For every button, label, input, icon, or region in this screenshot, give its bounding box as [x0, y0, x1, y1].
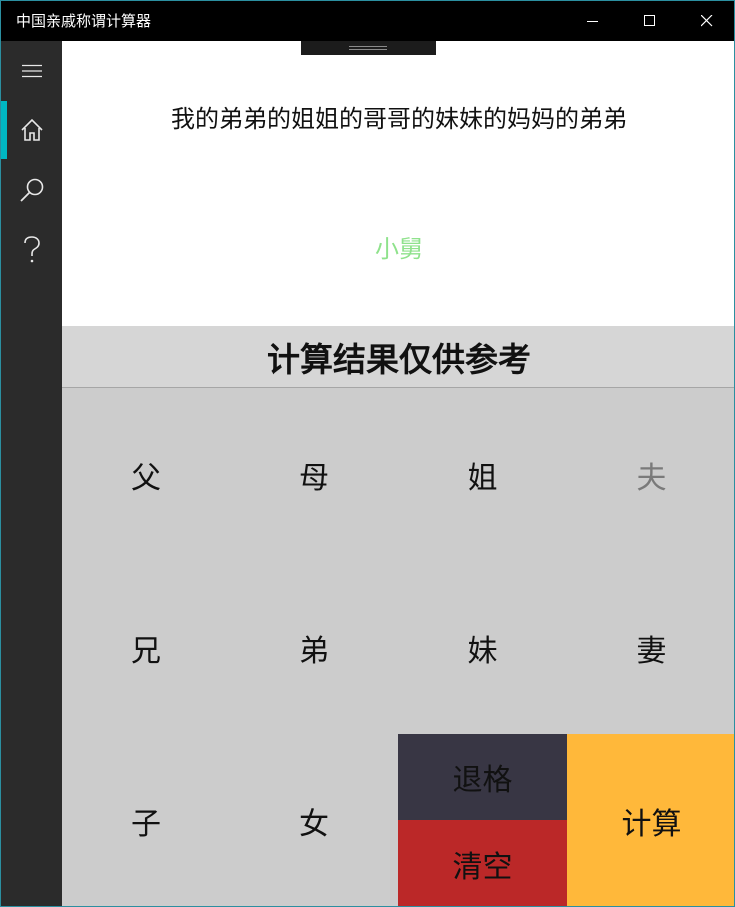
- title-bar: 中国亲戚称谓计算器: [1, 1, 734, 41]
- key-father[interactable]: 父: [62, 388, 230, 561]
- main-panel: 我的弟弟的姐姐的哥哥的妹妹的妈妈的弟弟 小舅 计算结果仅供参考 父 母 姐 夫 …: [62, 41, 734, 906]
- key-younger-brother[interactable]: 弟: [230, 561, 398, 734]
- minimize-button[interactable]: [564, 1, 621, 41]
- keypad: 父 母 姐 夫 兄 弟 妹 妻 子 女 退格 清空 计算: [62, 388, 734, 906]
- app-window: 中国亲戚称谓计算器 我的弟弟的姐姐的哥哥的妹妹的妈妈的弟弟 小舅 计算结果仅供参…: [0, 0, 735, 907]
- home-icon: [20, 118, 43, 141]
- key-wife[interactable]: 妻: [567, 561, 734, 734]
- key-older-brother[interactable]: 兄: [62, 561, 230, 734]
- close-icon: [700, 15, 712, 27]
- drag-handle[interactable]: [301, 41, 436, 55]
- navigation-sidebar: [1, 41, 62, 906]
- maximize-button[interactable]: [621, 1, 678, 41]
- hamburger-menu-button[interactable]: [1, 42, 62, 100]
- backspace-button[interactable]: 退格: [398, 734, 567, 820]
- key-older-sister[interactable]: 姐: [398, 388, 567, 561]
- close-button[interactable]: [678, 1, 734, 41]
- key-daughter[interactable]: 女: [230, 734, 398, 906]
- search-icon: [19, 178, 43, 202]
- sidebar-item-help[interactable]: [1, 221, 62, 279]
- key-mother[interactable]: 母: [230, 388, 398, 561]
- key-husband[interactable]: 夫: [567, 388, 734, 561]
- question-mark-icon: [23, 236, 40, 263]
- key-younger-sister[interactable]: 妹: [398, 561, 567, 734]
- window-title: 中国亲戚称谓计算器: [16, 12, 152, 30]
- grip-line: [349, 49, 387, 50]
- result-text: 小舅: [375, 235, 423, 263]
- calculate-button[interactable]: 计算: [567, 734, 734, 906]
- minimize-icon: [586, 21, 598, 22]
- clear-button[interactable]: 清空: [398, 820, 567, 906]
- hamburger-menu-icon: [21, 64, 42, 78]
- key-son[interactable]: 子: [62, 734, 230, 906]
- grip-line: [349, 46, 387, 47]
- disclaimer-banner: 计算结果仅供参考: [62, 326, 734, 388]
- sidebar-item-home[interactable]: [1, 101, 62, 159]
- maximize-icon: [643, 15, 655, 26]
- relation-expression: 我的弟弟的姐姐的哥哥的妹妹的妈妈的弟弟: [171, 105, 627, 133]
- sidebar-item-search[interactable]: [1, 161, 62, 219]
